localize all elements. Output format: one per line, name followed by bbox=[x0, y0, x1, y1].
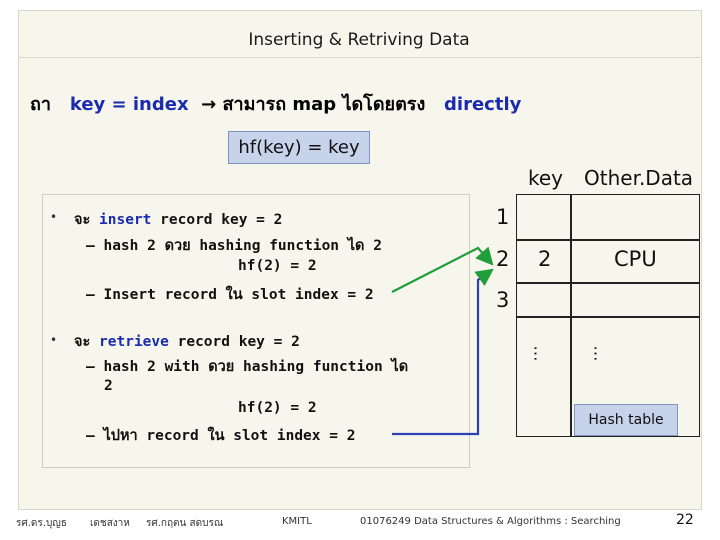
footer-author3: รศ.กฤตน สดบรณ bbox=[146, 518, 224, 529]
footer-author: รศ.ดร.บุญธ bbox=[16, 518, 67, 529]
footer-org: KMITL bbox=[282, 516, 312, 527]
footer-course: 01076249 Data Structures & Algorithms : … bbox=[360, 516, 621, 527]
retrieve-arrow bbox=[392, 268, 494, 436]
footer-author2: เดชสงาห bbox=[90, 518, 130, 529]
pointer-arrows bbox=[391, 246, 494, 436]
page-number: 22 bbox=[676, 512, 694, 528]
